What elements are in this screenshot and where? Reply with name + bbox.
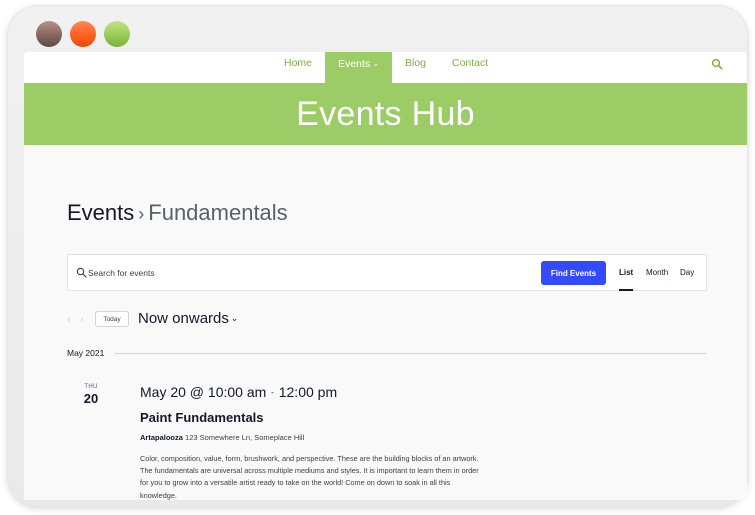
view-month-tab[interactable]: Month [646,268,668,277]
web-page: Home Events ⌄ Blog Contact Events Hub Eve… [24,52,747,500]
chevron-right-icon[interactable]: › [80,314,84,326]
nav-item-blog[interactable]: Blog [405,52,426,83]
view-list-tab[interactable]: List [619,268,633,277]
nav-item-label: Home [284,57,313,69]
find-events-button[interactable]: Find Events [541,261,606,285]
date-range-selector[interactable]: Now onwards ⌄ [138,310,238,327]
today-button[interactable]: Today [95,311,129,327]
date-range-label: Now onwards [138,310,229,327]
divider [115,353,707,354]
event-start-time: May 20 @ 10:00 am [140,384,267,400]
breadcrumb-current: Fundamentals [148,200,288,225]
event-day-number: 20 [83,391,99,406]
nav-item-contact[interactable]: Contact [452,52,488,83]
venue-name: Artapalooza [140,433,183,442]
events-search-bar: Find Events List Month Day [67,254,707,291]
month-separator: May 2021 [67,348,707,360]
top-navigation: Home Events ⌄ Blog Contact [24,52,747,83]
venue-address: 123 Somewhere Ln, Someplace Hill [185,433,305,442]
event-venue: Artapalooza 123 Somewhere Ln, Someplace … [140,433,304,442]
site-title: Events Hub [296,95,475,133]
window-control-dot[interactable] [70,21,96,47]
search-icon [76,267,87,278]
view-day-tab[interactable]: Day [680,268,694,277]
window-control-dot[interactable] [36,21,62,47]
event-title-link[interactable]: Paint Fundamentals [140,410,264,425]
nav-item-label: Events [338,58,371,70]
event-description: Color, composition, value, form, brushwo… [140,454,479,500]
event-date-tag: THU 20 [78,384,104,406]
event-weekday: THU [84,384,98,390]
active-view-indicator [619,289,633,291]
nav-item-home[interactable]: Home [284,52,312,83]
nav-item-label: Contact [452,57,489,69]
nav-item-events[interactable]: Events ⌄ [325,52,392,83]
breadcrumb-events-link[interactable]: Events [67,200,134,225]
window-control-dot[interactable] [104,21,130,47]
event-datetime: May 20 @ 10:00 am - 12:00 pm [140,384,337,400]
month-label: May 2021 [67,348,105,358]
hero-banner: Events Hub [24,83,747,145]
search-icon[interactable] [711,58,723,70]
nav-item-label: Blog [405,57,427,69]
breadcrumb: Events › Fundamentals [67,200,288,226]
browser-window-frame: Home Events ⌄ Blog Contact Events Hub Eve… [8,6,747,506]
event-time-separator: - [271,388,274,397]
chevron-down-icon: ⌄ [230,313,239,323]
search-input[interactable] [88,263,508,283]
chevron-down-icon: ⌄ [372,59,379,68]
event-end-time: 12:00 pm [278,384,338,400]
breadcrumb-separator: › [138,204,145,224]
chevron-left-icon[interactable]: ‹ [67,314,71,326]
